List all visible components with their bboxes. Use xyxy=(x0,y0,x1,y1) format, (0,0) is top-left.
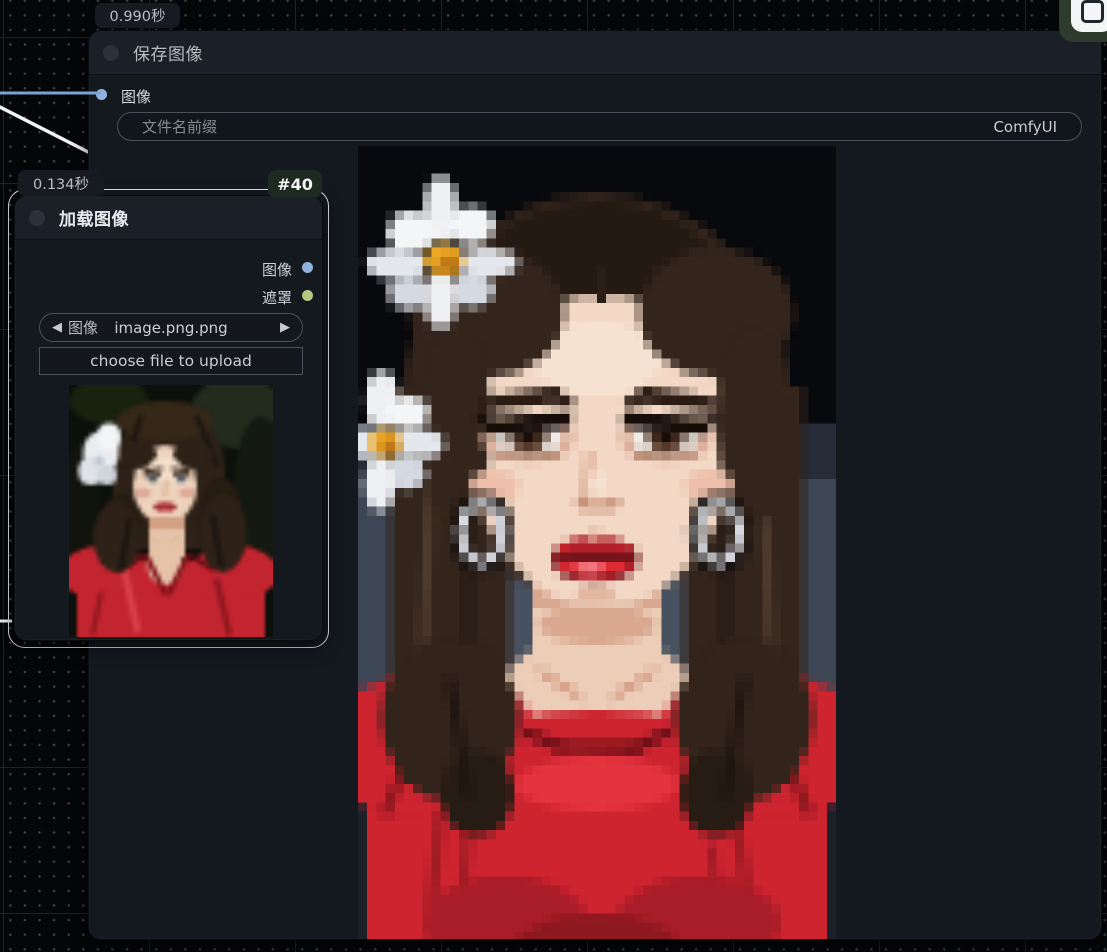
filename-prefix-value: ComfyUI xyxy=(993,118,1057,136)
choose-file-upload-button[interactable]: choose file to upload xyxy=(39,347,303,375)
selection-tool-button[interactable] xyxy=(1071,0,1107,32)
save-node-timing-text: 0.990秒 xyxy=(109,5,165,26)
save-node-timing-badge: 0.990秒 xyxy=(95,3,180,28)
save-node-title: 保存图像 xyxy=(133,40,203,65)
square-icon xyxy=(1081,0,1104,23)
save-input-image-slot[interactable] xyxy=(96,89,107,100)
collapse-dot-icon[interactable] xyxy=(103,45,119,61)
collapse-dot-icon[interactable] xyxy=(29,210,45,226)
save-node-header: 保存图像 xyxy=(89,31,1101,75)
save-input-image-label: 图像 xyxy=(121,86,151,107)
loaded-image-thumbnail xyxy=(69,385,273,637)
load-output-image-slot[interactable] xyxy=(302,262,313,273)
load-output-mask-label: 遮罩 xyxy=(262,287,292,308)
filename-prefix-widget[interactable]: 文件名前缀 ComfyUI xyxy=(117,112,1082,141)
load-image-node[interactable]: 加载图像 图像 遮罩 ◀ 图像 image.png.png ▶ choose f… xyxy=(14,195,323,641)
load-node-title: 加载图像 xyxy=(59,205,129,230)
load-node-header: 加载图像 xyxy=(15,196,322,240)
load-node-id-badge: #40 xyxy=(268,170,322,198)
saved-image-preview xyxy=(358,146,836,940)
load-node-timing-text: 0.134秒 xyxy=(33,173,89,194)
comfyui-workspace: 0.990秒 保存图像 图像 文件名前缀 ComfyUI 加载图像 图像 遮罩 xyxy=(0,0,1107,952)
load-node-timing-badge: 0.134秒 xyxy=(18,170,104,196)
filename-prefix-placeholder: 文件名前缀 xyxy=(142,116,217,137)
combo-value: image.png.png xyxy=(40,319,302,337)
load-node-selection-outline: 加载图像 图像 遮罩 ◀ 图像 image.png.png ▶ choose f… xyxy=(8,189,329,648)
image-combo-widget[interactable]: ◀ 图像 image.png.png ▶ xyxy=(39,313,303,342)
load-output-image-label: 图像 xyxy=(262,259,292,280)
load-node-id-text: #40 xyxy=(277,175,313,194)
load-output-mask-slot[interactable] xyxy=(302,290,313,301)
upload-button-label: choose file to upload xyxy=(90,352,252,370)
